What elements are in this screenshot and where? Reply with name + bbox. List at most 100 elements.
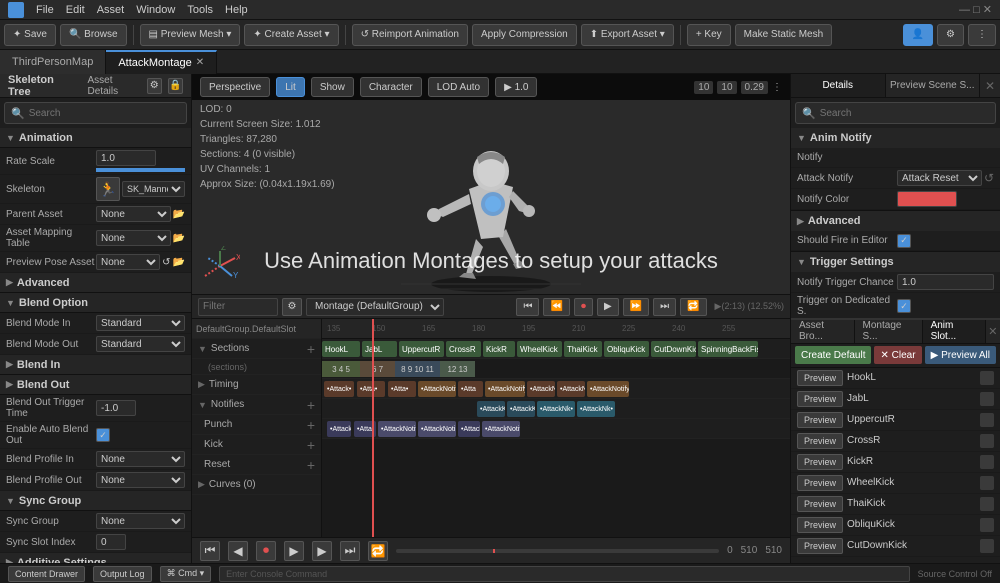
punch-attacknotify-1[interactable]: •AttackNotify <box>418 381 456 397</box>
tl-label-timing[interactable]: ▶ Timing <box>192 375 321 395</box>
tl-next[interactable]: ⏩ <box>623 298 649 316</box>
section-kick[interactable]: KickR <box>483 341 515 357</box>
blend-in-header[interactable]: ▶ Blend In <box>0 355 191 375</box>
pb-slider[interactable] <box>396 549 719 553</box>
person-icon-button[interactable]: 👤 <box>903 24 933 46</box>
preview-pose-icon[interactable]: ↺ <box>162 257 170 268</box>
punch-attack-1[interactable]: •Attack• <box>324 381 354 397</box>
thaikick-preview-button[interactable]: Preview <box>797 496 843 512</box>
skeleton-select[interactable]: SK_Mannequin <box>122 181 185 197</box>
play-button[interactable]: ▶ 1.0 <box>495 77 537 97</box>
tl-loop[interactable]: 🔁 <box>680 298 706 316</box>
content-drawer-button[interactable]: Content Drawer <box>8 566 85 582</box>
preview-pose-browse-icon[interactable]: 📂 <box>173 257 185 268</box>
preview-mesh-button[interactable]: ▤ Preview Mesh ▾ <box>140 24 241 46</box>
preview-pose-select[interactable]: None <box>96 254 160 270</box>
blend-profile-in-select[interactable]: None <box>96 451 185 467</box>
punch-attacknotify-3[interactable]: •AttackNotify <box>587 381 629 397</box>
section-jabl[interactable]: JabL <box>362 341 397 357</box>
menu-asset[interactable]: Asset <box>97 4 125 16</box>
reset-attackn-1[interactable]: •AttackN <box>458 421 480 437</box>
right-search-input[interactable] <box>820 108 989 119</box>
show-button[interactable]: Show <box>311 77 354 97</box>
blend-profile-out-select[interactable]: None <box>96 472 185 488</box>
apply-compression-button[interactable]: Apply Compression <box>472 24 577 46</box>
create-default-button[interactable]: Create Default <box>795 346 871 364</box>
trigger-chance-input[interactable] <box>897 274 994 290</box>
character-button[interactable]: Character <box>360 77 422 97</box>
section-oblique[interactable]: ObliquKick <box>604 341 649 357</box>
anim-notify-header[interactable]: ▼ Anim Notify <box>791 128 1000 148</box>
wheelkick-preview-button[interactable]: Preview <box>797 475 843 491</box>
notify-color-swatch[interactable] <box>897 191 957 207</box>
reset-add-button[interactable]: + <box>307 457 315 473</box>
section-thaikick[interactable]: ThaiKick <box>564 341 602 357</box>
asset-browser-tab[interactable]: Asset Bro... <box>791 320 855 343</box>
browse-button[interactable]: 🔍 Browse <box>60 24 127 46</box>
attack-notify-reset-icon[interactable]: ↺ <box>984 171 994 185</box>
perspective-button[interactable]: Perspective <box>200 77 270 97</box>
panel-lock-icon[interactable]: 🔒 <box>168 78 183 94</box>
asset-mapping-browse-icon[interactable]: 📂 <box>173 233 185 244</box>
timeline-filter-input[interactable] <box>198 298 278 316</box>
timing-cell-2[interactable]: 8 9 10 11 <box>395 361 440 377</box>
asset-mapping-select[interactable]: None <box>96 230 171 246</box>
jabl-preview-button[interactable]: Preview <box>797 391 843 407</box>
parent-asset-browse-icon[interactable]: 📂 <box>173 209 185 220</box>
viewport[interactable]: Perspective Lit Show Character LOD Auto … <box>192 74 790 294</box>
tab-third-person-map[interactable]: ThirdPersonMap <box>0 50 106 74</box>
lod-auto-button[interactable]: LOD Auto <box>428 77 489 97</box>
kick-attackk-1[interactable]: •AttackK <box>477 401 505 417</box>
punch-add-button[interactable]: + <box>307 417 315 433</box>
should-fire-checkbox[interactable]: ✓ <box>897 234 911 248</box>
kick-attacknk-1[interactable]: •AttackNk• <box>537 401 575 417</box>
blend-out-header[interactable]: ▶ Blend Out <box>0 375 191 395</box>
blend-mode-out-select[interactable]: Standard <box>96 336 185 352</box>
parent-asset-select[interactable]: None <box>96 206 171 222</box>
tl-record[interactable]: ⏺ <box>574 298 593 316</box>
left-search-input[interactable] <box>29 108 180 119</box>
sections-add-button[interactable]: + <box>307 341 315 357</box>
rate-scale-input[interactable] <box>96 150 156 166</box>
tl-play[interactable]: ▶ <box>597 298 619 316</box>
sync-slot-index-input[interactable] <box>96 534 126 550</box>
hookl-preview-button[interactable]: Preview <box>797 370 843 386</box>
grid-button[interactable]: ⋮ <box>968 24 996 46</box>
menu-edit[interactable]: Edit <box>66 4 85 16</box>
montage-slot-select[interactable]: Montage (DefaultGroup) <box>306 298 444 316</box>
anim-slot-tab[interactable]: Anim Slot... <box>923 320 986 343</box>
timing-cell-1[interactable]: 6 7 <box>360 361 395 377</box>
punch-attack-2[interactable]: •Atta• <box>357 381 385 397</box>
menu-tools[interactable]: Tools <box>187 4 213 16</box>
sync-group-select[interactable]: None <box>96 513 185 529</box>
tl-prev-frame[interactable]: ⏮ <box>516 298 539 316</box>
reset-attacknotify-3[interactable]: •AttackNotify <box>482 421 520 437</box>
additive-settings-header[interactable]: ▶ Additive Settings <box>0 553 191 563</box>
panel-close-button[interactable]: ✕ <box>980 74 1000 97</box>
right-advanced-header[interactable]: ▶ Advanced <box>791 211 1000 231</box>
punch-attack-6[interactable]: •AttackN <box>557 381 585 397</box>
reimport-button[interactable]: ↺ Reimport Animation <box>352 24 468 46</box>
tl-next-frame[interactable]: ⏭ <box>653 298 676 316</box>
menu-help[interactable]: Help <box>225 4 248 16</box>
timeline-filter-icon[interactable]: ⚙ <box>282 298 302 316</box>
create-asset-button[interactable]: ✦ Create Asset ▾ <box>244 24 338 46</box>
montage-sections-tab[interactable]: Montage S... <box>855 320 923 343</box>
menu-file[interactable]: File <box>36 4 54 16</box>
section-cross[interactable]: CrossR <box>446 341 481 357</box>
timeline-tracks[interactable]: 135 150 165 180 195 210 225 240 255 <box>322 319 790 537</box>
settings-button[interactable]: ⚙ <box>937 24 964 46</box>
pb-prev[interactable]: ◀ <box>228 541 248 561</box>
attack-notify-select[interactable]: Attack Reset <box>897 170 982 186</box>
bottom-close-icon[interactable]: ✕ <box>986 320 1000 343</box>
uppercut-preview-button[interactable]: Preview <box>797 412 843 428</box>
section-spinning[interactable]: SpinningBackFist <box>698 341 758 357</box>
kickr-preview-button[interactable]: Preview <box>797 454 843 470</box>
trigger-dedicated-checkbox[interactable]: ✓ <box>897 299 911 313</box>
reset-attack-1[interactable]: •AttackS <box>327 421 351 437</box>
details-tab[interactable]: Details <box>791 74 886 97</box>
section-cutdown[interactable]: CutDownKick <box>651 341 696 357</box>
add-key-button[interactable]: + Key <box>687 24 731 46</box>
save-button[interactable]: ✦ Save <box>4 24 56 46</box>
oblique-preview-button[interactable]: Preview <box>797 517 843 533</box>
